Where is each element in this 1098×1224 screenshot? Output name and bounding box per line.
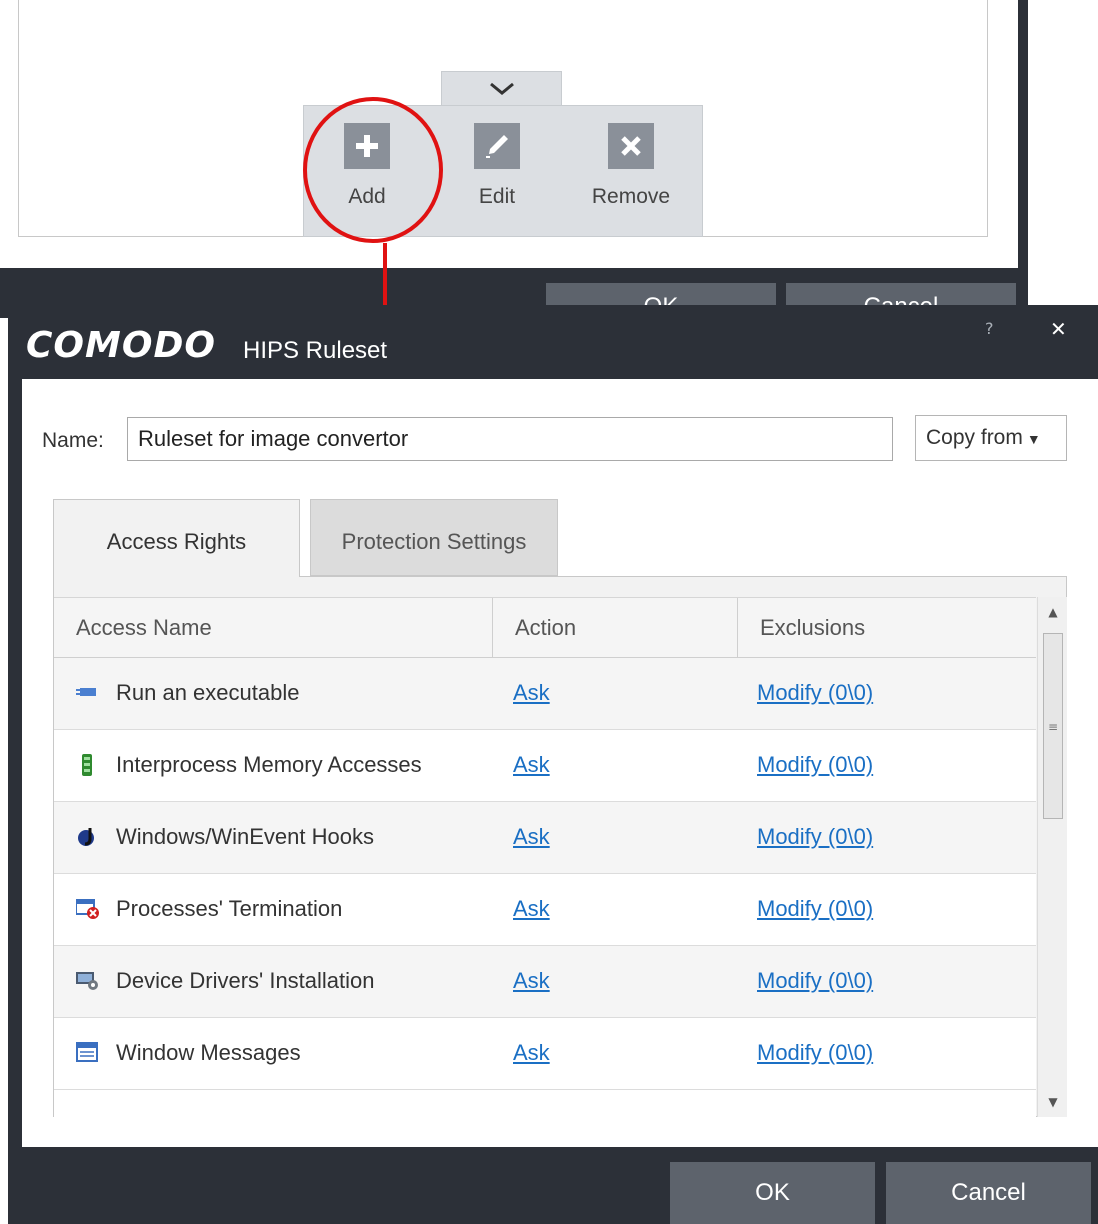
- scroll-up-arrow-icon[interactable]: ▲: [1038, 597, 1068, 627]
- annotation-highlight-circle: [303, 97, 443, 243]
- edit-button[interactable]: Edit: [452, 118, 542, 228]
- toolbar-collapse-handle[interactable]: [441, 71, 562, 105]
- scroll-thumb[interactable]: ≡: [1043, 633, 1063, 819]
- exclusions-link[interactable]: Modify (0\0): [757, 1040, 873, 1066]
- table-row[interactable]: Window Messages Ask Modify (0\0): [54, 1018, 1036, 1090]
- name-label: Name:: [42, 429, 104, 452]
- tab-access-rights[interactable]: Access Rights: [53, 499, 300, 577]
- action-link[interactable]: Ask: [513, 824, 550, 850]
- window-messages-icon: [76, 1042, 98, 1062]
- process-termination-icon: [75, 898, 99, 919]
- dropdown-caret-icon: ▼: [1026, 431, 1041, 447]
- tab-protection-settings[interactable]: Protection Settings: [310, 499, 558, 576]
- exclusions-link[interactable]: Modify (0\0): [757, 896, 873, 922]
- copy-from-dropdown[interactable]: Copy from ▼: [915, 415, 1067, 461]
- exclusions-link[interactable]: Modify (0\0): [757, 824, 873, 850]
- access-name: Processes' Termination: [116, 896, 343, 921]
- action-link[interactable]: Ask: [513, 680, 550, 706]
- ok-button[interactable]: OK: [670, 1162, 875, 1224]
- table-row[interactable]: Processes' Termination Ask Modify (0\0): [54, 874, 1036, 946]
- device-driver-icon: [76, 970, 98, 990]
- column-header-exclusions[interactable]: Exclusions: [738, 598, 1036, 658]
- close-button[interactable]: ✕: [1050, 317, 1067, 341]
- exclusions-link[interactable]: Modify (0\0): [757, 680, 873, 706]
- comodo-logo: COMODO: [26, 325, 216, 366]
- cancel-button[interactable]: Cancel: [886, 1162, 1091, 1224]
- run-executable-icon: [76, 682, 98, 702]
- pencil-icon: [474, 123, 520, 169]
- access-name: Window Messages: [116, 1040, 301, 1065]
- chevron-down-icon: [489, 82, 514, 95]
- action-link[interactable]: Ask: [513, 968, 550, 994]
- access-name: Run an executable: [116, 680, 300, 705]
- memory-access-icon: [76, 754, 98, 776]
- dialog-body: Name: Copy from▼ Access Rights Protectio…: [22, 379, 1098, 1147]
- table-row[interactable]: Device Drivers' Installation Ask Modify …: [54, 946, 1036, 1018]
- access-name: Device Drivers' Installation: [116, 968, 375, 993]
- close-icon: [608, 123, 654, 169]
- help-button[interactable]: ?: [985, 319, 994, 338]
- action-link[interactable]: Ask: [513, 1040, 550, 1066]
- copy-from-label: Copy from: [926, 426, 1023, 449]
- exclusions-link[interactable]: Modify (0\0): [757, 968, 873, 994]
- access-name: Windows/WinEvent Hooks: [116, 824, 374, 849]
- scroll-down-arrow-icon[interactable]: ▼: [1038, 1087, 1068, 1117]
- remove-label: Remove: [591, 185, 671, 208]
- table-scrollbar[interactable]: ▲ ≡ ▼: [1037, 597, 1067, 1117]
- remove-button[interactable]: Remove: [586, 118, 676, 228]
- access-rights-panel: Access Name Action Exclusions Run an exe…: [53, 576, 1067, 1117]
- table-row[interactable]: Windows/WinEvent Hooks Ask Modify (0\0): [54, 802, 1036, 874]
- table-row[interactable]: Interprocess Memory Accesses Ask Modify …: [54, 730, 1036, 802]
- edit-label: Edit: [478, 185, 516, 208]
- column-header-access-name[interactable]: Access Name: [54, 598, 493, 658]
- access-rights-table: Access Name Action Exclusions Run an exe…: [54, 597, 1036, 1117]
- exclusions-link[interactable]: Modify (0\0): [757, 752, 873, 778]
- action-link[interactable]: Ask: [513, 752, 550, 778]
- ruleset-name-input[interactable]: [127, 417, 893, 461]
- hooks-icon: [76, 826, 98, 846]
- table-row[interactable]: Run an executable Ask Modify (0\0): [54, 658, 1036, 730]
- background-window-edge: [1018, 0, 1028, 310]
- hips-ruleset-dialog: COMODO HIPS Ruleset ? ✕ Name: Copy from▼…: [8, 305, 1098, 1224]
- table-header: Access Name Action Exclusions: [54, 597, 1036, 658]
- access-name: Interprocess Memory Accesses: [116, 752, 422, 777]
- dialog-title: HIPS Ruleset: [243, 337, 388, 364]
- action-link[interactable]: Ask: [513, 896, 550, 922]
- column-header-action[interactable]: Action: [493, 598, 738, 658]
